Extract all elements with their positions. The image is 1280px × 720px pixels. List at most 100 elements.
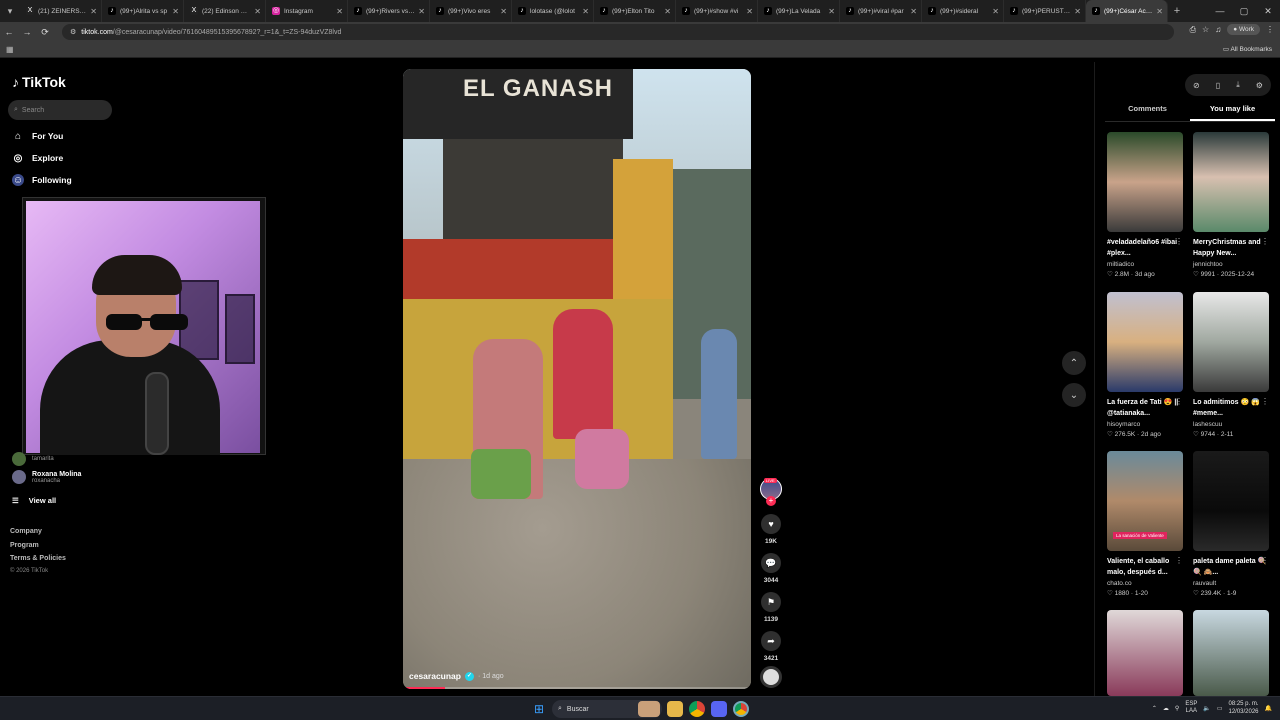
video-progress-bar[interactable] bbox=[403, 687, 751, 689]
tab-you-may-like[interactable]: You may like bbox=[1190, 102, 1275, 121]
more-options-icon[interactable]: ⋮ bbox=[1175, 556, 1183, 565]
tab-search-icon[interactable]: ▾ bbox=[0, 0, 20, 22]
chrome-icon[interactable] bbox=[689, 701, 705, 717]
browser-tab[interactable]: ♪ (99+)#show #vi ✕ bbox=[676, 0, 758, 22]
close-tab-icon[interactable]: ✕ bbox=[1156, 7, 1163, 16]
apps-grid-icon[interactable]: ▦ bbox=[6, 45, 14, 54]
close-tab-icon[interactable]: ✕ bbox=[172, 7, 179, 16]
browser-tab[interactable]: X (22) Edinson Cav ✕ bbox=[184, 0, 266, 22]
profile-button[interactable]: ● Work bbox=[1227, 24, 1260, 35]
footer-program-link[interactable]: Program bbox=[10, 542, 39, 549]
bookmark-icon[interactable]: ⚑ bbox=[761, 592, 781, 612]
close-tab-icon[interactable]: ✕ bbox=[582, 7, 589, 16]
video-thumbnail[interactable] bbox=[1193, 132, 1269, 232]
more-options-icon[interactable]: ⋮ bbox=[1175, 397, 1183, 406]
recommended-video-card[interactable]: La fuerza de Tati 😍 || @tatianaka... ⋮ h… bbox=[1107, 292, 1183, 438]
comment-action[interactable]: 💬 3044 bbox=[760, 553, 782, 584]
tiktok-logo[interactable]: ♪ TikTok bbox=[12, 74, 66, 90]
footer-company-link[interactable]: Company bbox=[10, 528, 42, 535]
battery-icon[interactable]: ▭ bbox=[1217, 705, 1223, 712]
reload-icon[interactable]: ⟳ bbox=[36, 27, 54, 38]
share-icon[interactable]: ➦ bbox=[761, 631, 781, 651]
video-thumbnail[interactable] bbox=[1193, 292, 1269, 392]
browser-tab[interactable]: ♪ (99+)Vivo eres ✕ bbox=[430, 0, 512, 22]
browser-tab[interactable]: ◎ Instagram ✕ bbox=[266, 0, 348, 22]
more-options-icon[interactable]: ⋮ bbox=[1175, 237, 1183, 246]
install-icon[interactable]: ⎙ bbox=[1190, 25, 1196, 35]
clock[interactable]: 08:25 p. m. 12/03/2026 bbox=[1228, 700, 1258, 716]
close-tab-icon[interactable]: ✕ bbox=[910, 7, 917, 16]
browser-tab[interactable]: ♪ (99+)Elton Tito ✕ bbox=[594, 0, 676, 22]
browser-tab[interactable]: ♪ (99+)PERUST CO ✕ bbox=[1004, 0, 1086, 22]
close-tab-icon[interactable]: ✕ bbox=[254, 7, 261, 16]
phone-icon[interactable]: ▯ bbox=[1216, 81, 1220, 90]
site-info-icon[interactable]: ⚙ bbox=[70, 28, 76, 36]
video-player[interactable]: EL GANASH cesaracunap ✓ · 1d ago bbox=[403, 69, 751, 689]
windows-start-icon[interactable]: ⊞ bbox=[534, 702, 544, 716]
tab-comments[interactable]: Comments bbox=[1105, 102, 1190, 121]
browser-tab[interactable]: ♪ (99+)#sideral ✕ bbox=[922, 0, 1004, 22]
recommended-video-card[interactable]: MerryChristmas and Happy New... ⋮ jennic… bbox=[1193, 132, 1269, 278]
nav-for-you[interactable]: ⌂ For You bbox=[12, 130, 63, 142]
language-indicator[interactable]: ESP LAA bbox=[1185, 701, 1197, 715]
footer-terms-link[interactable]: Terms & Policies bbox=[10, 555, 66, 562]
card-author[interactable]: jennichtoo bbox=[1193, 261, 1269, 268]
recommended-video-card[interactable]: La sanación de Valiente Valiente, el cab… bbox=[1107, 451, 1183, 597]
next-video-button[interactable]: ⌄ bbox=[1062, 383, 1086, 407]
close-tab-icon[interactable]: ✕ bbox=[1074, 7, 1081, 16]
card-author[interactable]: rauvault bbox=[1193, 580, 1269, 587]
nav-explore[interactable]: ◎ Explore bbox=[12, 152, 64, 164]
video-thumbnail[interactable] bbox=[1107, 292, 1183, 392]
sidebar-account-partial[interactable]: tamarita bbox=[12, 452, 54, 466]
browser-tab[interactable]: ♪ (99+)César Acuña ✕ bbox=[1086, 0, 1168, 22]
maximize-icon[interactable]: ▢ bbox=[1232, 0, 1256, 22]
media-icon[interactable]: ♫ bbox=[1215, 25, 1221, 34]
view-all-button[interactable]: ☰ View all bbox=[12, 496, 56, 505]
nav-following[interactable]: ☺ Following bbox=[12, 174, 72, 186]
video-thumbnail[interactable] bbox=[1107, 132, 1183, 232]
file-explorer-icon[interactable] bbox=[667, 701, 683, 717]
close-tab-icon[interactable]: ✕ bbox=[90, 7, 97, 16]
sound-disc-icon[interactable] bbox=[760, 666, 782, 688]
card-author[interactable]: miltiadico bbox=[1107, 261, 1183, 268]
share-action[interactable]: ➦ 3421 bbox=[760, 631, 782, 662]
recommended-video-card[interactable]: paleta dame paleta 🍭 🍭 🙈... ⋮ rauvault ♡… bbox=[1193, 451, 1269, 597]
heart-icon[interactable]: ♥ bbox=[761, 514, 781, 534]
recommended-video-card[interactable] bbox=[1193, 610, 1269, 696]
sidebar-account-roxana[interactable]: Roxana Molina roxanacha bbox=[12, 470, 81, 484]
close-tab-icon[interactable]: ✕ bbox=[500, 7, 507, 16]
more-options-icon[interactable]: ⋮ bbox=[1261, 397, 1269, 406]
close-tab-icon[interactable]: ✕ bbox=[664, 7, 671, 16]
browser-menu-icon[interactable]: ⋮ bbox=[1266, 25, 1274, 34]
browser-tab[interactable]: ♪ (99+)#viral #par ✕ bbox=[840, 0, 922, 22]
close-tab-icon[interactable]: ✕ bbox=[828, 7, 835, 16]
close-tab-icon[interactable]: ✕ bbox=[992, 7, 999, 16]
video-thumbnail[interactable]: La sanación de Valiente bbox=[1107, 451, 1183, 551]
video-thumbnail[interactable] bbox=[1193, 610, 1269, 696]
notification-icon[interactable]: 🔔 bbox=[1265, 705, 1272, 712]
close-tab-icon[interactable]: ✕ bbox=[418, 7, 425, 16]
video-thumbnail[interactable] bbox=[1107, 610, 1183, 696]
url-field[interactable]: ⚙ tiktok.com /@cesaracunap/video/7616048… bbox=[62, 24, 1174, 40]
more-options-icon[interactable]: ⋮ bbox=[1261, 556, 1269, 565]
discord-icon[interactable] bbox=[711, 701, 727, 717]
bookmark-star-icon[interactable]: ☆ bbox=[1202, 25, 1209, 34]
download-icon[interactable]: ⤓ bbox=[1236, 80, 1240, 90]
settings-icon[interactable]: ⚙ bbox=[1256, 81, 1263, 90]
browser-tab[interactable]: ♪ (99+)La Velada ✕ bbox=[758, 0, 840, 22]
chrome-active-icon[interactable] bbox=[733, 701, 749, 717]
usb-icon[interactable]: ⚲ bbox=[1175, 705, 1179, 712]
browser-tab[interactable]: ♪ lolotase (@lolot ✕ bbox=[512, 0, 594, 22]
recommended-video-card[interactable]: #veladadelaño6 #ibai #plex... ⋮ miltiadi… bbox=[1107, 132, 1183, 278]
close-tab-icon[interactable]: ✕ bbox=[746, 7, 753, 16]
like-action[interactable]: ♥ 19K bbox=[760, 514, 782, 545]
close-window-icon[interactable]: ✕ bbox=[1256, 0, 1280, 22]
video-author[interactable]: cesaracunap ✓ · 1d ago bbox=[409, 671, 504, 681]
browser-tab[interactable]: ♪ (99+)Rivers vs Re ✕ bbox=[348, 0, 430, 22]
volume-icon[interactable]: 🔈 bbox=[1203, 705, 1210, 712]
recommended-video-card[interactable] bbox=[1107, 610, 1183, 696]
card-author[interactable]: lashescuu bbox=[1193, 421, 1269, 428]
video-thumbnail[interactable] bbox=[1193, 451, 1269, 551]
recommended-video-card[interactable]: Lo admitimos 😳 😱 #meme... ⋮ lashescuu ♡ … bbox=[1193, 292, 1269, 438]
compass-icon[interactable]: ⊘ bbox=[1193, 81, 1200, 90]
